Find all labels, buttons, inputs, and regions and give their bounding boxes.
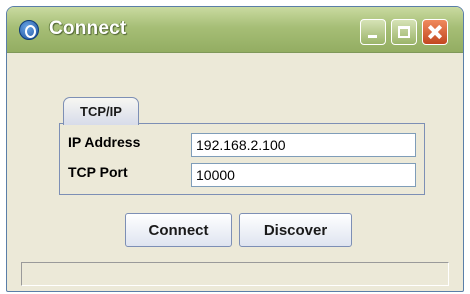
close-button[interactable] (422, 19, 448, 45)
minimize-icon (368, 35, 377, 38)
discover-button[interactable]: Discover (239, 213, 352, 247)
title-bar[interactable]: Connect (7, 7, 463, 53)
maximize-button[interactable] (391, 19, 417, 45)
connect-button[interactable]: Connect (125, 213, 232, 247)
ip-address-input[interactable] (191, 133, 416, 157)
connect-dialog: Connect TCP/IP IP Address TCP Port Conne… (6, 6, 464, 292)
window-title: Connect (49, 18, 127, 39)
app-logo-icon (19, 20, 39, 40)
minimize-button[interactable] (360, 19, 386, 45)
tab-tcp-ip[interactable]: TCP/IP (63, 97, 139, 125)
maximize-icon (398, 26, 410, 38)
status-bar (21, 262, 449, 286)
ip-address-label: IP Address (68, 134, 141, 150)
tcp-port-label: TCP Port (68, 164, 128, 180)
close-icon (423, 20, 447, 44)
tcp-port-input[interactable] (191, 163, 416, 187)
tcp-ip-panel: IP Address TCP Port (59, 123, 425, 195)
